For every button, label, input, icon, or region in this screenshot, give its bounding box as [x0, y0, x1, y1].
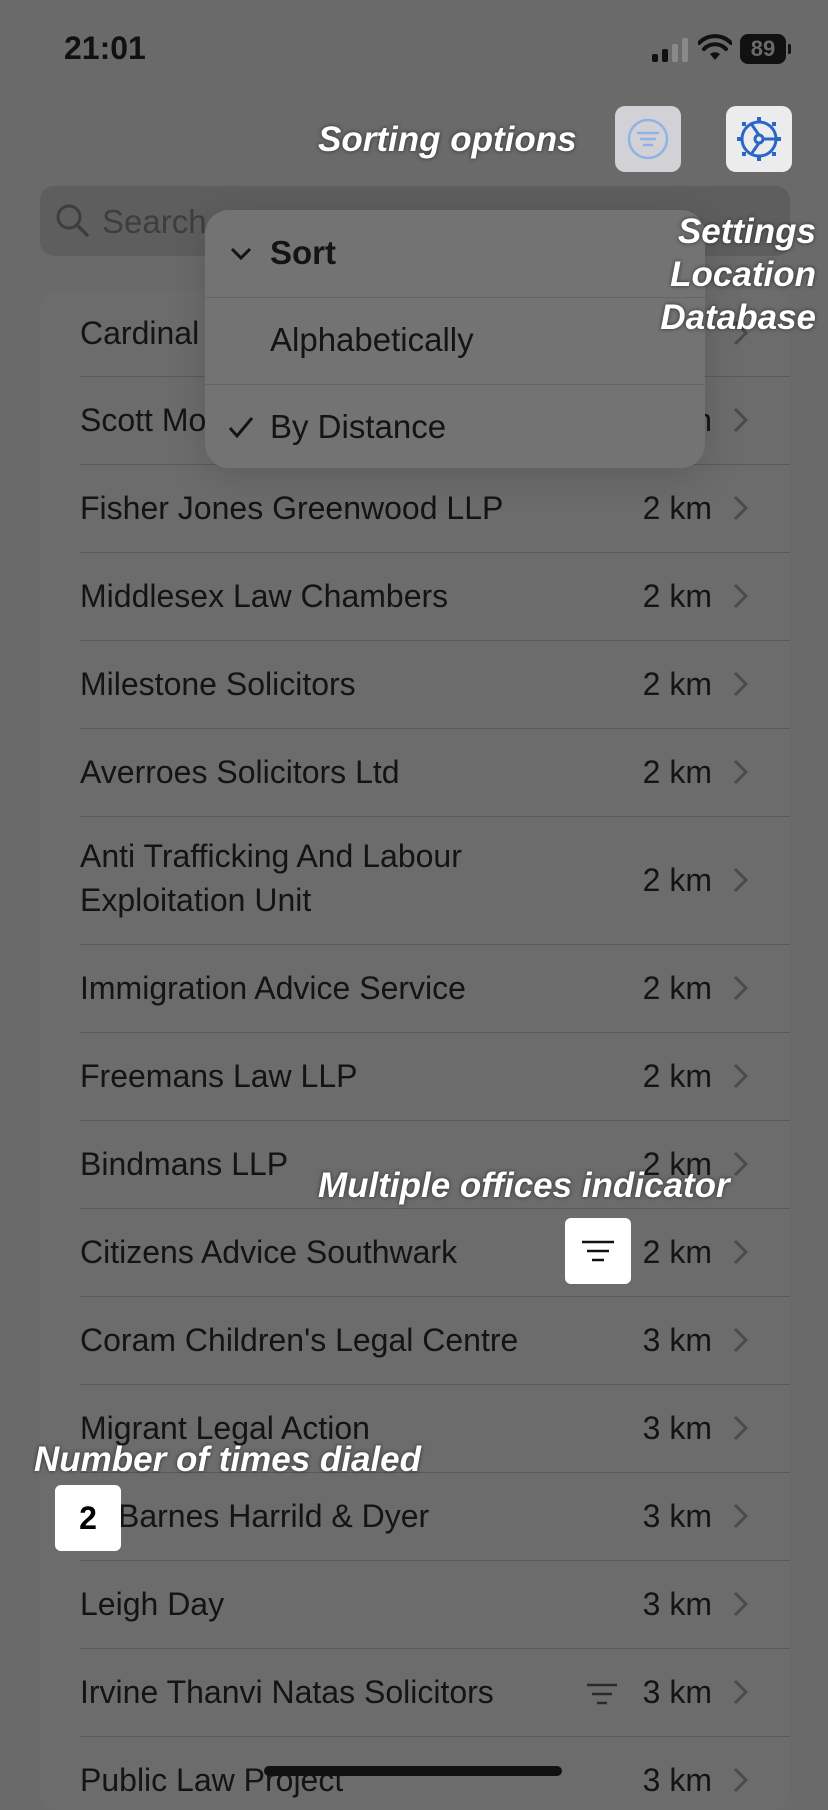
annotation-times-dialed: Number of times dialed — [34, 1440, 422, 1479]
list-item[interactable]: Freemans Law LLP 2 km — [80, 1032, 790, 1121]
row-distance: 3 km — [642, 1586, 712, 1622]
list-item[interactable]: Leigh Day 3 km — [80, 1560, 790, 1649]
list-item[interactable]: Immigration Advice Service 2 km — [80, 944, 790, 1033]
office-list: Cardinal Scott Mo n Fisher Jones Greenwo… — [40, 290, 790, 1810]
row-distance: 2 km — [642, 490, 712, 526]
row-name: Coram Children's Legal Centre — [80, 1322, 519, 1358]
sort-option-label: Alphabetically — [270, 321, 474, 358]
row-distance: 2 km — [642, 970, 712, 1006]
sort-option-by-distance[interactable]: By Distance — [205, 384, 705, 471]
row-distance: 2 km — [642, 754, 712, 790]
row-distance: 3 km — [642, 1498, 712, 1534]
row-distance: 2 km — [642, 666, 712, 702]
chevron-right-icon — [733, 495, 749, 521]
annotation-settings-line: Settings — [677, 212, 816, 251]
multiple-offices-indicator — [565, 1218, 631, 1284]
row-distance: 3 km — [642, 1322, 712, 1358]
search-icon — [56, 204, 89, 237]
annotation-database-line: Database — [660, 298, 816, 337]
home-indicator — [264, 1766, 562, 1776]
row-name: Fisher Jones Greenwood LLP — [80, 490, 504, 526]
chevron-right-icon — [733, 407, 749, 433]
battery-icon: 89 — [740, 34, 791, 64]
row-name: Citizens Advice Southwark — [80, 1234, 458, 1270]
row-name: Barnes Harrild & Dyer — [118, 1498, 430, 1534]
gear-icon — [737, 117, 781, 161]
row-name: Averroes Solicitors Ltd — [80, 754, 400, 790]
checkmark-icon — [228, 417, 254, 439]
chevron-right-icon — [733, 1415, 749, 1441]
list-item[interactable]: Coram Children's Legal Centre 3 km — [80, 1296, 790, 1385]
row-distance: 3 km — [642, 1674, 712, 1710]
row-distance: 2 km — [642, 1058, 712, 1094]
chevron-down-icon — [230, 247, 252, 261]
search-placeholder: Search — [102, 203, 207, 240]
list-item[interactable]: Milestone Solicitors 2 km — [80, 640, 790, 729]
row-distance: 3 km — [642, 1762, 712, 1798]
chevron-right-icon — [733, 975, 749, 1001]
list-item[interactable]: Fisher Jones Greenwood LLP 2 km — [80, 464, 790, 553]
row-distance: 2 km — [642, 862, 712, 898]
sort-menu: Sort Alphabetically By Distance — [205, 210, 705, 468]
annotation-location-line: Location — [670, 255, 816, 294]
list-item[interactable]: Averroes Solicitors Ltd 2 km — [80, 728, 790, 817]
row-name: Freemans Law LLP — [80, 1058, 358, 1094]
sort-menu-title: Sort — [270, 234, 336, 271]
chevron-right-icon — [733, 1679, 749, 1705]
row-name: Irvine Thanvi Natas Solicitors — [80, 1674, 494, 1710]
chevron-right-icon — [733, 1151, 749, 1177]
chevron-right-icon — [733, 583, 749, 609]
row-name: Leigh Day — [80, 1586, 225, 1622]
list-item[interactable]: Middlesex Law Chambers 2 km — [80, 552, 790, 641]
annotation-settings: Settings Location Database — [660, 210, 816, 339]
multiple-offices-icon — [587, 1683, 617, 1705]
chevron-right-icon — [733, 867, 749, 893]
row-name: Cardinal — [80, 315, 200, 351]
chevron-right-icon — [733, 1239, 749, 1265]
annotation-multiple-offices: Multiple offices indicator — [318, 1166, 730, 1205]
chevron-right-icon — [733, 1327, 749, 1353]
chevron-right-icon — [733, 671, 749, 697]
row-name: Anti Trafficking And Labour — [80, 838, 462, 874]
dial-count-badge: 2 — [55, 1485, 121, 1551]
list-item[interactable]: Anti Trafficking And Labour Exploitation… — [80, 816, 790, 945]
chevron-right-icon — [733, 759, 749, 785]
row-name: Milestone Solicitors — [80, 666, 356, 702]
sort-options-button[interactable] — [615, 106, 681, 172]
sort-icon — [627, 118, 669, 160]
row-name: Immigration Advice Service — [80, 970, 466, 1006]
row-name: Public Law Project — [80, 1762, 344, 1798]
sort-option-alphabetically[interactable]: Alphabetically — [205, 297, 705, 385]
wifi-icon — [698, 34, 732, 60]
row-name: Middlesex Law Chambers — [80, 578, 449, 614]
chevron-right-icon — [733, 1767, 749, 1793]
sort-menu-header[interactable]: Sort — [205, 210, 705, 298]
settings-button[interactable] — [726, 106, 792, 172]
row-name: Scott Mo — [80, 402, 207, 438]
sort-option-label: By Distance — [270, 408, 447, 445]
chevron-right-icon — [733, 1063, 749, 1089]
list-item[interactable]: Barnes Harrild & Dyer 3 km — [80, 1472, 790, 1561]
status-time: 21:01 — [64, 30, 146, 66]
annotation-sorting-options: Sorting options — [318, 120, 577, 159]
chevron-right-icon — [733, 1591, 749, 1617]
cellular-signal-icon — [652, 36, 688, 62]
row-name: Bindmans LLP — [80, 1146, 289, 1182]
list-item[interactable]: Irvine Thanvi Natas Solicitors 3 km — [80, 1648, 790, 1737]
row-distance: 2 km — [642, 578, 712, 614]
list-item[interactable]: Citizens Advice Southwark 2 km — [80, 1208, 790, 1297]
row-distance: 2 km — [642, 1234, 712, 1270]
multiple-offices-icon — [582, 1240, 614, 1262]
status-bar: 21:01 89 — [0, 0, 828, 100]
row-distance: 3 km — [642, 1410, 712, 1446]
chevron-right-icon — [733, 1503, 749, 1529]
row-name-line2: Exploitation Unit — [80, 882, 312, 918]
